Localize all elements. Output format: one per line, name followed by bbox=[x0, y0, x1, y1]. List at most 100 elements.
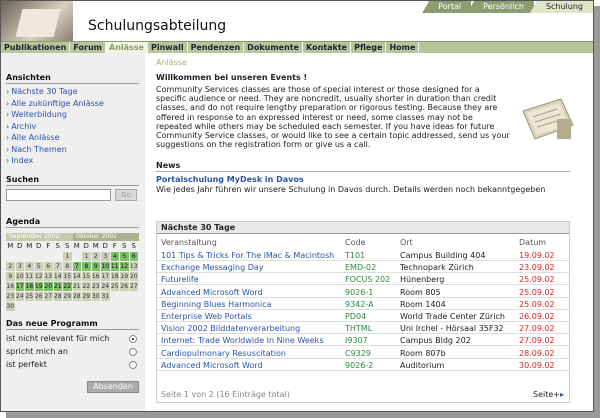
calendar-day[interactable]: 2 bbox=[91, 252, 100, 261]
calendar-day[interactable]: 14 bbox=[72, 272, 81, 281]
calendar-day[interactable]: 4 bbox=[110, 252, 119, 261]
poll-option-radio[interactable] bbox=[129, 335, 137, 343]
calendar-day[interactable]: 28 bbox=[53, 292, 62, 301]
calendar-day[interactable]: 13 bbox=[129, 262, 138, 271]
nav-item-3[interactable]: Anlässe bbox=[106, 42, 148, 53]
calendar-day[interactable]: 23 bbox=[6, 292, 15, 301]
search-input[interactable] bbox=[6, 189, 111, 201]
calendar-day[interactable]: 19 bbox=[120, 272, 129, 281]
calendar-day[interactable]: 17 bbox=[101, 272, 110, 281]
calendar-day[interactable]: 10 bbox=[101, 262, 110, 271]
calendar-day[interactable]: 27 bbox=[129, 282, 138, 291]
column-header-event[interactable]: Veranstaltung bbox=[161, 238, 217, 247]
column-header-code[interactable]: Code bbox=[345, 238, 365, 247]
calendar-day[interactable]: 23 bbox=[91, 282, 100, 291]
sidebar-view-link[interactable]: › Archiv bbox=[6, 122, 36, 131]
nav-item-1[interactable]: Publikationen bbox=[1, 42, 71, 53]
poll-option-radio[interactable] bbox=[129, 361, 137, 369]
calendar-day[interactable]: 13 bbox=[44, 272, 53, 281]
event-name-link[interactable]: 101 Tips & Tricks For The iMac & Macinto… bbox=[161, 251, 334, 260]
nav-item-4[interactable]: Pinwall bbox=[148, 42, 188, 53]
calendar-day[interactable]: 11 bbox=[110, 262, 119, 271]
event-name-link[interactable]: Enterprise Web Portals bbox=[161, 312, 252, 321]
calendar-day[interactable]: 27 bbox=[44, 292, 53, 301]
nav-item-6[interactable]: Dokumente bbox=[244, 42, 304, 53]
calendar-day[interactable]: 12 bbox=[120, 262, 129, 271]
calendar-day[interactable]: 29 bbox=[82, 292, 91, 301]
calendar-day[interactable]: 10 bbox=[15, 272, 24, 281]
top-tab-2[interactable]: Persönlich bbox=[467, 1, 534, 13]
sidebar-view-link[interactable]: › Weiterbildung bbox=[6, 110, 67, 119]
calendar-day[interactable]: 2 bbox=[6, 262, 15, 271]
calendar-day[interactable]: 21 bbox=[72, 282, 81, 291]
calendar-day[interactable]: 31 bbox=[101, 292, 110, 301]
event-name-link[interactable]: Cardiopulmonary Resuscitation bbox=[161, 349, 286, 358]
nav-item-2[interactable]: Forum bbox=[70, 42, 106, 53]
calendar-day[interactable]: 26 bbox=[120, 282, 129, 291]
calendar-day[interactable]: 26 bbox=[34, 292, 43, 301]
calendar-day[interactable]: 19 bbox=[34, 282, 43, 291]
calendar-day[interactable]: 18 bbox=[25, 282, 34, 291]
sidebar-view-link[interactable]: › Nächste 30 Tage bbox=[6, 87, 78, 96]
calendar-day[interactable]: 25 bbox=[25, 292, 34, 301]
event-name-link[interactable]: Internet: Trade Worldwide In Nine Weeks bbox=[161, 336, 323, 345]
calendar-day[interactable]: 8 bbox=[82, 262, 91, 271]
event-name-link[interactable]: Advanced Microsoft Word bbox=[161, 288, 263, 297]
calendar-day[interactable]: 7 bbox=[53, 262, 62, 271]
event-name-link[interactable]: Futurelife bbox=[161, 275, 199, 284]
poll-option-radio[interactable] bbox=[129, 348, 137, 356]
calendar-day[interactable]: 11 bbox=[25, 272, 34, 281]
event-name-link[interactable]: Beginning Blues Harmonica bbox=[161, 300, 272, 309]
calendar-day[interactable]: 20 bbox=[44, 282, 53, 291]
column-header-date[interactable]: Datum bbox=[519, 238, 546, 247]
calendar-day[interactable]: 24 bbox=[101, 282, 110, 291]
calendar-day[interactable]: 30 bbox=[91, 292, 100, 301]
calendar-day[interactable]: 5 bbox=[34, 262, 43, 271]
nav-item-5[interactable]: Pendenzen bbox=[188, 42, 245, 53]
calendar-day[interactable]: 15 bbox=[63, 272, 72, 281]
nav-item-9[interactable]: Home bbox=[386, 42, 420, 53]
calendar-day[interactable]: 29 bbox=[63, 292, 72, 301]
nav-item-8[interactable]: Pflege bbox=[351, 42, 387, 53]
calendar-day[interactable]: 1 bbox=[82, 252, 91, 261]
calendar-day[interactable]: 24 bbox=[15, 292, 24, 301]
calendar-day[interactable]: 25 bbox=[110, 282, 119, 291]
submit-vote-button[interactable]: Absenden bbox=[87, 381, 139, 393]
top-tab-1[interactable]: Portal bbox=[422, 1, 472, 13]
calendar-day[interactable]: 14 bbox=[53, 272, 62, 281]
calendar-day[interactable]: 5 bbox=[120, 252, 129, 261]
sidebar-view-link[interactable]: › Alle Anlässe bbox=[6, 133, 60, 142]
calendar-day[interactable]: 20 bbox=[129, 272, 138, 281]
calendar-day[interactable]: 8 bbox=[63, 262, 72, 271]
event-name-link[interactable]: Advanced Microsoft Word bbox=[161, 361, 263, 370]
calendar-day[interactable]: 3 bbox=[101, 252, 110, 261]
event-name-link[interactable]: Exchange Messaging Day bbox=[161, 263, 263, 272]
calendar-day[interactable]: 9 bbox=[6, 272, 15, 281]
calendar-day[interactable]: 6 bbox=[129, 252, 138, 261]
calendar-day[interactable]: 7 bbox=[72, 262, 81, 271]
column-header-place[interactable]: Ort bbox=[400, 238, 413, 247]
nav-item-7[interactable]: Kontakte bbox=[303, 42, 352, 53]
calendar-day[interactable]: 9 bbox=[91, 262, 100, 271]
calendar-day[interactable]: 17 bbox=[15, 282, 24, 291]
breadcrumb[interactable]: Anlässe bbox=[156, 58, 187, 67]
calendar-day[interactable]: 18 bbox=[110, 272, 119, 281]
calendar-day[interactable]: 22 bbox=[63, 282, 72, 291]
calendar-day[interactable]: 21 bbox=[53, 282, 62, 291]
calendar-day[interactable]: 16 bbox=[91, 272, 100, 281]
sidebar-view-link[interactable]: › Index bbox=[6, 156, 33, 165]
calendar-month[interactable]: September 2002 bbox=[6, 233, 73, 241]
calendar-day[interactable]: 15 bbox=[82, 272, 91, 281]
calendar-day[interactable]: 22 bbox=[82, 282, 91, 291]
calendar-day[interactable]: 12 bbox=[34, 272, 43, 281]
top-tab-3[interactable]: Schulung bbox=[529, 1, 593, 13]
calendar-day[interactable]: 3 bbox=[15, 262, 24, 271]
next-page-link[interactable]: Seite+▸ bbox=[533, 390, 564, 399]
calendar-day[interactable]: 6 bbox=[44, 262, 53, 271]
event-name-link[interactable]: Vision 2002 Bilddatenverarbeitung bbox=[161, 324, 300, 333]
sidebar-view-link[interactable]: › Alle zukünftige Anlässe bbox=[6, 99, 104, 108]
calendar-day[interactable]: 4 bbox=[25, 262, 34, 271]
sidebar-view-link[interactable]: › Nach Themen bbox=[6, 145, 67, 154]
calendar-month[interactable]: Oktober 2002 bbox=[72, 233, 139, 241]
calendar-day[interactable]: 1 bbox=[63, 252, 72, 261]
